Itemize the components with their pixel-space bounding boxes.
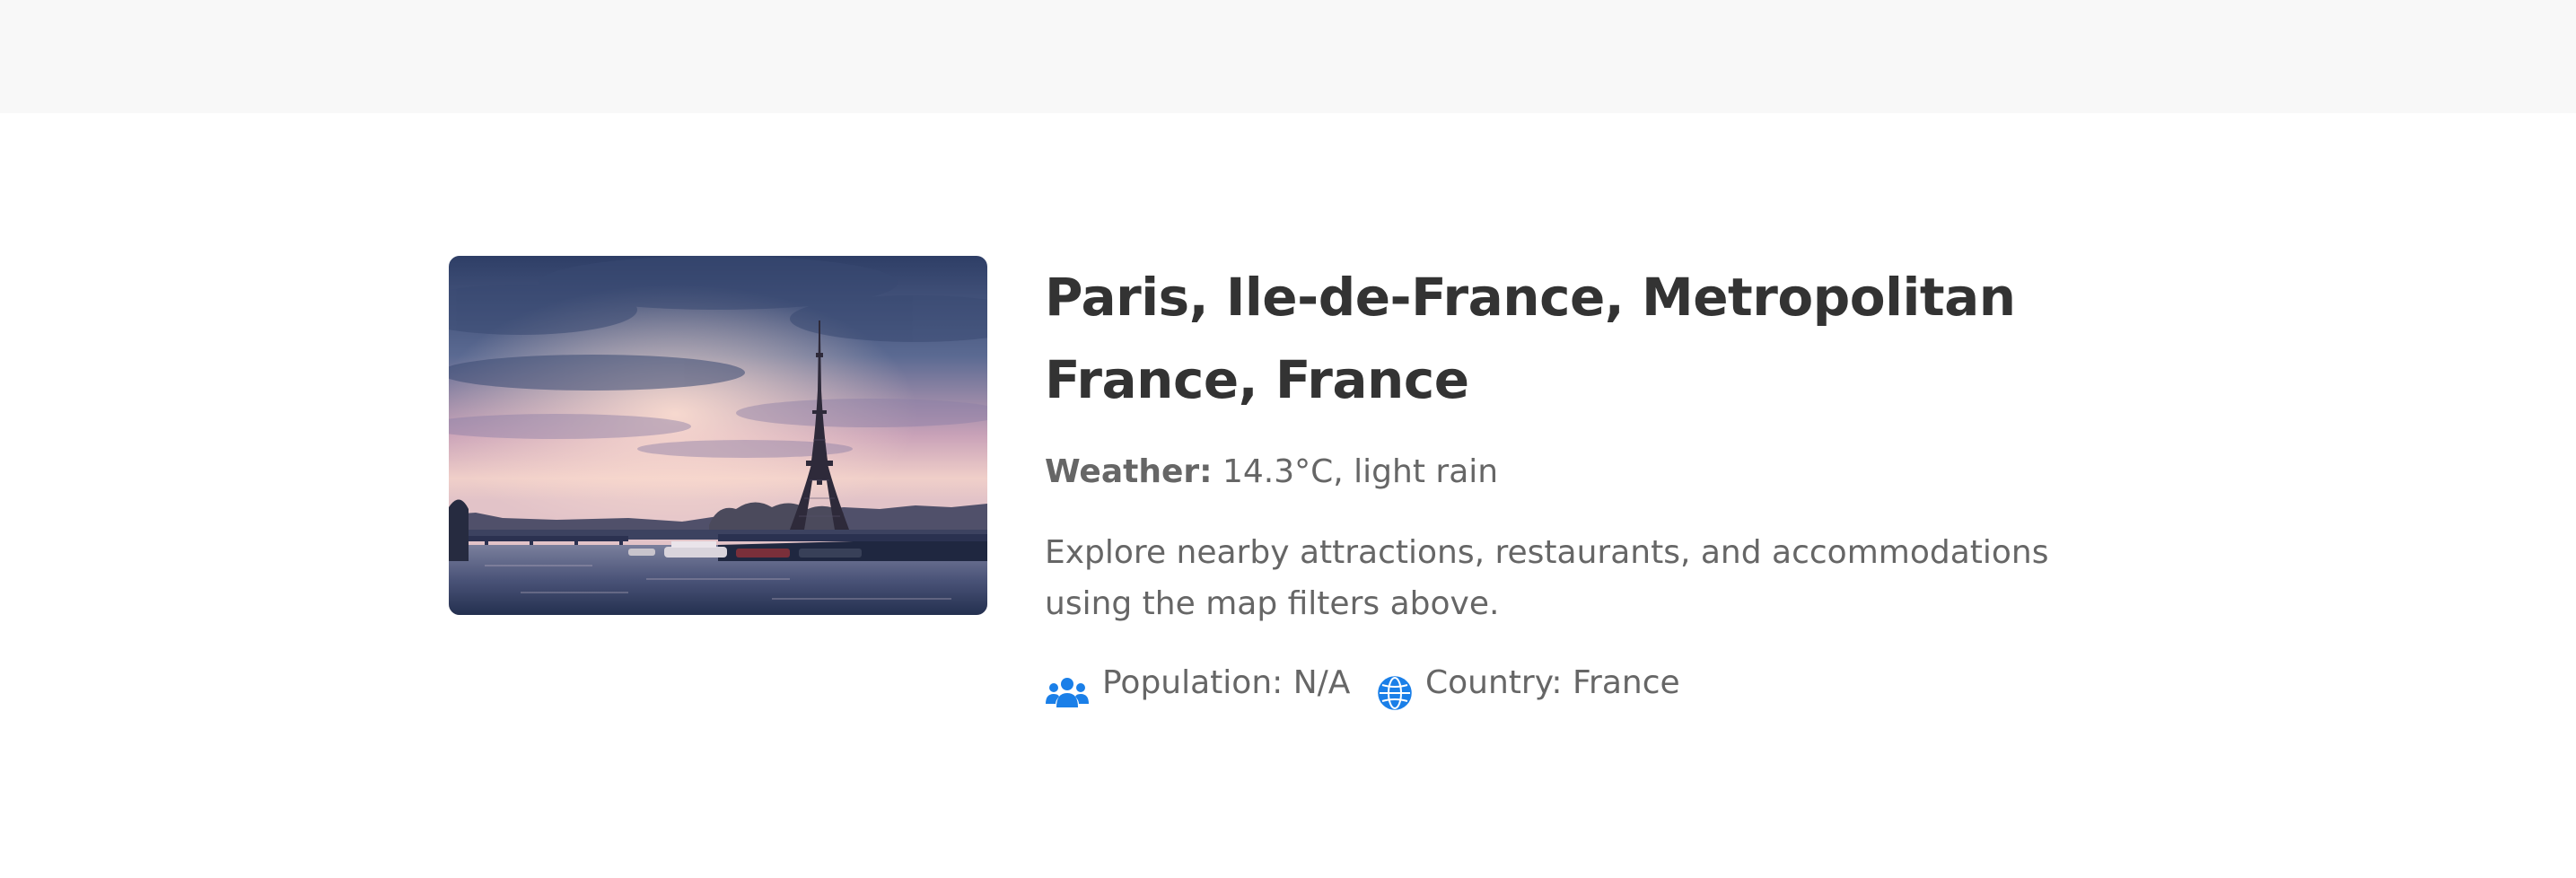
location-card: Paris, Ile-de-France, Metropolitan Franc… [449, 256, 2154, 741]
globe-icon [1377, 673, 1422, 715]
location-meta: Population: N/A Country: France [1045, 663, 2122, 716]
location-info: Paris, Ile-de-France, Metropolitan Franc… [1045, 256, 2154, 710]
country-text: Country: France [1425, 664, 1680, 701]
top-bar [0, 0, 2576, 113]
users-icon [1045, 673, 1090, 715]
population-text: Population: N/A [1102, 664, 1351, 701]
eiffel-tower-image [449, 256, 987, 615]
location-title: Paris, Ile-de-France, Metropolitan Franc… [1045, 267, 2016, 410]
weather-label: Weather: [1045, 453, 1213, 490]
weather-line: Weather: 14.3°C, light rain [1045, 452, 1498, 493]
location-photo [449, 256, 987, 615]
weather-value: 14.3°C, light rain [1222, 453, 1499, 490]
location-description: Explore nearby attractions, restaurants,… [1045, 534, 2049, 622]
